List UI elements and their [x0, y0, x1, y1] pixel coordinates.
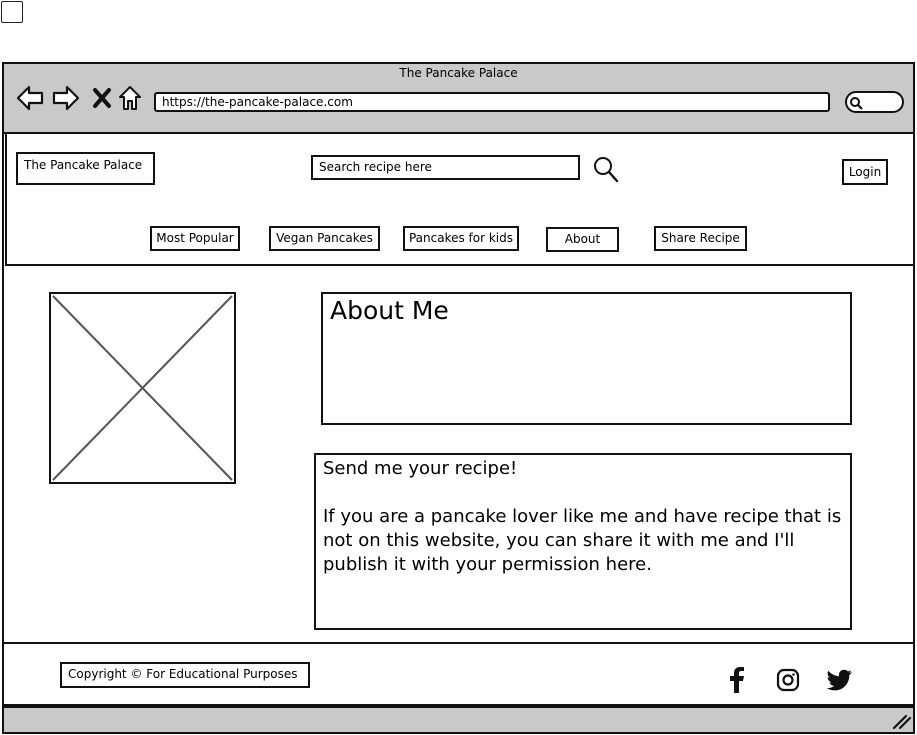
browser-statusbar [2, 706, 915, 734]
search-icon [849, 95, 863, 114]
copyright-notice: Copyright © For Educational Purposes [60, 662, 310, 688]
url-bar[interactable]: https://the-pancake-palace.com [154, 92, 830, 112]
back-arrow-icon[interactable] [15, 83, 45, 113]
browser-search-field[interactable] [845, 91, 904, 113]
login-button[interactable]: Login [842, 159, 888, 185]
window-title: The Pancake Palace [399, 66, 518, 80]
nav-vegan-pancakes[interactable]: Vegan Pancakes [269, 226, 380, 251]
recipe-body: If you are a pancake lover like me and h… [323, 506, 842, 575]
instagram-icon[interactable] [772, 664, 804, 696]
recipe-search-input[interactable]: Search recipe here [311, 155, 580, 180]
nav-most-popular[interactable]: Most Popular [150, 226, 240, 251]
recipe-heading: Send me your recipe! [323, 458, 518, 479]
sketch-checkbox[interactable] [1, 1, 23, 23]
nav-about[interactable]: About [546, 227, 619, 252]
close-x-icon[interactable] [87, 83, 117, 113]
facebook-icon[interactable] [720, 664, 752, 696]
search-icon[interactable] [591, 155, 619, 187]
home-icon[interactable] [115, 83, 145, 113]
send-recipe-box: Send me your recipe! If you are a pancak… [314, 453, 852, 630]
about-me-box: About Me [321, 292, 852, 425]
site-logo[interactable]: The Pancake Palace [16, 152, 155, 185]
about-me-title: About Me [330, 296, 449, 325]
resize-handle-icon[interactable] [890, 712, 912, 730]
forward-arrow-icon[interactable] [51, 83, 81, 113]
nav-pancakes-for-kids[interactable]: Pancakes for kids [403, 226, 519, 251]
twitter-icon[interactable] [824, 664, 856, 696]
nav-share-recipe[interactable]: Share Recipe [654, 226, 747, 251]
image-placeholder [49, 292, 236, 484]
